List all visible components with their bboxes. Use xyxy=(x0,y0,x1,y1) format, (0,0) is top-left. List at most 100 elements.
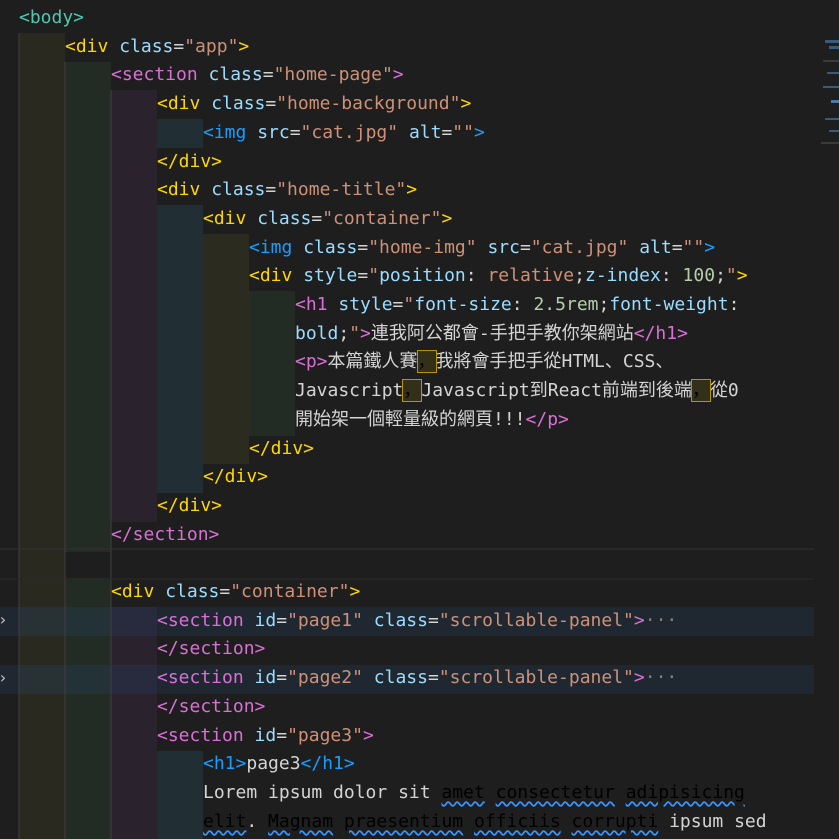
code-token: adipisicing xyxy=(625,781,745,803)
code-token: bold xyxy=(295,322,339,344)
code-token: page3 xyxy=(246,753,301,775)
code-line-text: <p>本篇鐵人賽，我將會手把手從HTML、CSS、 xyxy=(295,348,673,377)
code-token: = xyxy=(265,179,277,201)
code-token: > xyxy=(406,179,418,201)
code-token: class xyxy=(373,667,428,689)
code-line[interactable]: <div class="container"> xyxy=(0,205,839,234)
code-token: class xyxy=(211,93,266,115)
code-token: > xyxy=(704,236,716,258)
code-token: "container" xyxy=(230,581,350,602)
code-token: "scrollable-panel" xyxy=(438,609,634,631)
code-token: <h1 xyxy=(295,294,339,315)
code-line[interactable]: elit. Magnam praesentium officiis corrup… xyxy=(0,808,839,837)
code-line[interactable]: </section> xyxy=(0,693,839,722)
code-line[interactable]: <section id="page3"> xyxy=(0,722,839,751)
code-line[interactable]: </div> xyxy=(0,463,839,492)
code-line[interactable]: <div style="position: relative;z-index: … xyxy=(0,262,839,291)
code-token: ; xyxy=(715,265,726,287)
code-token: <img xyxy=(249,236,304,258)
code-token: class xyxy=(119,35,174,57)
code-token: : xyxy=(465,265,488,287)
code-line[interactable]: <div class="home-background"> xyxy=(0,90,839,119)
fold-chevron-icon[interactable]: › xyxy=(0,610,12,629)
code-token: font-weight xyxy=(609,294,729,315)
code-line[interactable]: <h1 style="font-size: 2.5rem;font-weight… xyxy=(0,291,839,320)
code-line[interactable]: <section class="home-page"> xyxy=(0,61,839,90)
code-line[interactable]: <p>本篇鐵人賽，我將會手把手從HTML、CSS、 xyxy=(0,348,839,377)
code-line-text: </div> xyxy=(203,463,268,492)
code-token: </h1> xyxy=(300,753,355,775)
code-line[interactable]: </div> xyxy=(0,492,839,521)
fold-chevron-icon[interactable]: › xyxy=(0,668,12,687)
code-line[interactable]: </section> xyxy=(0,521,839,550)
code-token: <div xyxy=(203,207,258,229)
code-line[interactable]: <h1>page3</h1> xyxy=(0,750,839,779)
code-token: id xyxy=(254,667,277,689)
code-line[interactable]: <section id="page1" class="scrollable-pa… xyxy=(0,607,839,636)
code-token: = xyxy=(276,667,288,689)
code-token: "cat.jpg" xyxy=(300,121,399,143)
minimap[interactable] xyxy=(821,0,839,839)
code-token: </h1> xyxy=(633,322,688,344)
code-token: = xyxy=(441,121,453,143)
code-token: Javascript到React前端到後端 xyxy=(421,380,692,402)
code-line-text: <body> xyxy=(19,4,84,33)
code-token: <p> xyxy=(295,351,328,373)
code-token: praesentium xyxy=(343,810,464,832)
code-line-text: bold;">連我阿公都會-手把手教你架網站</h1> xyxy=(295,320,688,349)
code-editor[interactable]: <body> <div class="app"> <section class="h… xyxy=(0,0,839,839)
code-line-text: <section id="page3"> xyxy=(157,722,374,751)
code-line-text: <h1>page3</h1> xyxy=(203,750,355,779)
code-token: " xyxy=(368,265,380,287)
code-token: <section xyxy=(111,64,209,86)
code-token: : xyxy=(511,294,534,315)
code-line[interactable] xyxy=(0,549,839,578)
code-token: Lorem ipsum dolor sit xyxy=(203,781,442,803)
code-line[interactable]: 開始架一個輕量級的網頁!!!</p> xyxy=(0,406,839,435)
code-line[interactable]: <img src="cat.jpg" alt=""> xyxy=(0,119,839,148)
code-line-text: </div> xyxy=(157,492,222,521)
code-token: "page3" xyxy=(287,724,363,746)
code-line[interactable]: <div class="app"> xyxy=(0,33,839,62)
code-token: relative xyxy=(487,265,575,287)
code-line[interactable]: Javascript，Javascript到React前端到後端，從0 xyxy=(0,377,839,406)
code-token: class xyxy=(257,207,312,229)
code-token: 100 xyxy=(682,265,716,287)
code-line[interactable]: Lorem ipsum dolor sit amet consectetur a… xyxy=(0,779,839,808)
code-line[interactable]: <img class="home-img" src="cat.jpg" alt=… xyxy=(0,234,839,263)
code-line-text: <div class="home-title"> xyxy=(157,176,417,205)
code-token: src xyxy=(257,121,290,143)
code-token: </div> xyxy=(249,437,315,459)
code-token: <body> xyxy=(19,7,85,28)
code-token: position xyxy=(379,265,466,287)
code-line[interactable]: <div class="container"> xyxy=(0,578,839,607)
code-line[interactable]: <body> xyxy=(0,4,839,33)
code-token: = xyxy=(262,64,274,86)
code-line[interactable]: </div> xyxy=(0,435,839,464)
code-token: "" xyxy=(452,121,474,143)
code-token: alt xyxy=(408,121,442,143)
code-line[interactable]: </div> xyxy=(0,148,839,177)
code-token: 本篇鐵人賽 xyxy=(327,351,418,373)
code-line[interactable]: bold;">連我阿公都會-手把手教你架網站</h1> xyxy=(0,320,839,349)
code-token: 從0 xyxy=(709,380,739,402)
code-token: "cat.jpg" xyxy=(530,236,629,258)
code-line[interactable]: <div class="home-title"> xyxy=(0,176,839,205)
code-token: alt xyxy=(639,236,672,258)
code-token: > xyxy=(633,609,645,631)
code-token: = xyxy=(671,236,683,258)
code-line[interactable]: </section> xyxy=(0,635,839,664)
code-token: Javascript xyxy=(295,380,404,402)
code-token: > xyxy=(473,121,485,143)
code-line-text: </div> xyxy=(249,435,314,464)
code-line-text: <div class="container"> xyxy=(111,578,360,607)
code-line[interactable]: <section id="page2" class="scrollable-pa… xyxy=(0,664,839,693)
code-line-text: <section class="home-page"> xyxy=(111,61,404,90)
